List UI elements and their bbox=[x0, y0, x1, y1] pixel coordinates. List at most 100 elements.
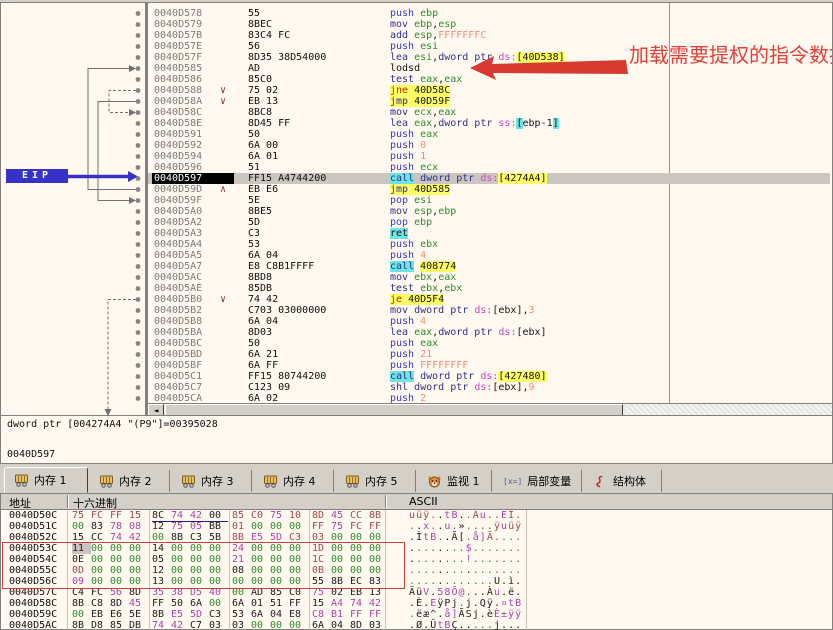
byte-cell[interactable]: 75 bbox=[171, 521, 190, 532]
byte-cell[interactable]: 09 bbox=[72, 576, 91, 587]
byte-cell[interactable]: 02 bbox=[331, 587, 350, 598]
byte-cell[interactable]: 1D bbox=[312, 543, 331, 554]
byte-cell[interactable]: FF bbox=[289, 598, 308, 609]
disasm-row[interactable]: 0040D5A453push ebx bbox=[148, 239, 832, 250]
byte-cell[interactable]: E6 bbox=[110, 609, 129, 620]
byte-cell[interactable]: 00 bbox=[91, 576, 110, 587]
byte-cell[interactable]: 00 bbox=[110, 543, 129, 554]
disasm-row[interactable]: 0040D59F5Epop esi bbox=[148, 195, 832, 206]
byte-cell[interactable]: AD bbox=[251, 587, 270, 598]
byte-cell[interactable]: D8 bbox=[91, 620, 110, 630]
byte-cell[interactable]: 12 bbox=[152, 521, 171, 532]
byte-cell[interactable]: 05 bbox=[152, 554, 171, 565]
byte-cell[interactable]: 8B bbox=[232, 532, 251, 543]
tab-memory-3[interactable]: 内存 3 bbox=[172, 470, 252, 492]
disassembly-pane[interactable]: 0040D57855push ebp0040D5798BECmov ebp,es… bbox=[147, 2, 833, 417]
byte-cell[interactable]: D5 bbox=[190, 587, 209, 598]
byte-cell[interactable]: 12 bbox=[152, 565, 171, 576]
disasm-row[interactable]: 0040D58E8D45 FFlea eax,dword ptr ss:[ebp… bbox=[148, 118, 832, 129]
byte-cell[interactable]: 10 bbox=[289, 510, 308, 521]
byte-cell[interactable]: 00 bbox=[171, 554, 190, 565]
byte-cell[interactable]: 50 bbox=[171, 598, 190, 609]
byte-cell[interactable]: 00 bbox=[91, 565, 110, 576]
byte-cell[interactable]: 00 bbox=[331, 532, 350, 543]
byte-cell[interactable]: 01 bbox=[251, 598, 270, 609]
byte-cell[interactable]: C3 bbox=[289, 532, 308, 543]
byte-cell[interactable]: 15 bbox=[72, 532, 91, 543]
byte-cell[interactable]: 8D bbox=[110, 598, 129, 609]
byte-cell[interactable]: C8 bbox=[91, 598, 110, 609]
disasm-row[interactable]: 0040D5A3C3ret bbox=[148, 228, 832, 239]
disasm-row[interactable]: 0040D5BF6A FFpush FFFFFFFF bbox=[148, 360, 832, 371]
byte-cell[interactable]: 00 bbox=[110, 554, 129, 565]
byte-cell[interactable]: C7 bbox=[190, 620, 209, 630]
byte-cell[interactable]: FF bbox=[312, 521, 331, 532]
byte-cell[interactable]: 0B bbox=[312, 565, 331, 576]
byte-cell[interactable]: 08 bbox=[232, 565, 251, 576]
byte-cell[interactable]: 5D bbox=[190, 609, 209, 620]
byte-cell[interactable]: 00 bbox=[289, 620, 308, 630]
dump-row[interactable]: 0040D59C00EBE65E8BE55DC3536A04E8C8B1FFFF… bbox=[1, 609, 832, 620]
byte-cell[interactable]: 00 bbox=[331, 565, 350, 576]
byte-cell[interactable]: 00 bbox=[331, 543, 350, 554]
byte-cell[interactable]: CC bbox=[350, 510, 369, 521]
byte-cell[interactable]: 00 bbox=[110, 565, 129, 576]
disasm-row[interactable]: 0040D5C7C123 09shl dword ptr ds:[ebx],9 bbox=[148, 382, 832, 393]
byte-cell[interactable]: 01 bbox=[232, 521, 251, 532]
byte-cell[interactable]: C3 bbox=[209, 609, 228, 620]
byte-cell[interactable]: 00 bbox=[270, 543, 289, 554]
byte-cell[interactable]: C3 bbox=[190, 532, 209, 543]
byte-cell[interactable]: 00 bbox=[209, 598, 228, 609]
disasm-row[interactable]: 0040D57855push ebp bbox=[148, 8, 832, 19]
byte-cell[interactable]: 8B bbox=[72, 620, 91, 630]
byte-cell[interactable]: 8B bbox=[152, 609, 171, 620]
dump-row[interactable]: 0040D55C0D00000012000000080000000B000000… bbox=[1, 565, 832, 576]
byte-cell[interactable]: 00 bbox=[91, 543, 110, 554]
byte-cell[interactable]: 00 bbox=[190, 576, 209, 587]
byte-cell[interactable]: 6A bbox=[251, 609, 270, 620]
byte-cell[interactable]: 00 bbox=[331, 554, 350, 565]
byte-cell[interactable]: 00 bbox=[369, 543, 388, 554]
dump-row[interactable]: 0040D57CC4FC568D3538D54000AD85C07502EB13… bbox=[1, 587, 832, 598]
disasm-row[interactable]: 0040D5AC8BD8mov ebx,eax bbox=[148, 272, 832, 283]
byte-cell[interactable]: 74 bbox=[152, 620, 171, 630]
byte-cell[interactable]: 00 bbox=[129, 554, 148, 565]
byte-cell[interactable]: 42 bbox=[129, 532, 148, 543]
byte-cell[interactable]: 00 bbox=[190, 565, 209, 576]
byte-cell[interactable]: 00 bbox=[350, 543, 369, 554]
byte-cell[interactable]: 00 bbox=[72, 521, 91, 532]
byte-cell[interactable]: 83 bbox=[369, 576, 388, 587]
byte-cell[interactable]: BB bbox=[209, 521, 228, 532]
disasm-row[interactable]: 0040D5B2C703 03000000mov dword ptr ds:[e… bbox=[148, 305, 832, 316]
byte-cell[interactable]: 00 bbox=[289, 554, 308, 565]
byte-cell[interactable]: 53 bbox=[232, 609, 251, 620]
byte-cell[interactable]: 00 bbox=[171, 576, 190, 587]
byte-cell[interactable]: FF bbox=[369, 609, 388, 620]
byte-cell[interactable]: 08 bbox=[129, 521, 148, 532]
byte-cell[interactable]: C0 bbox=[251, 510, 270, 521]
byte-cell[interactable]: 8D bbox=[350, 620, 369, 630]
disasm-row[interactable]: 0040D5B86A 04push 4 bbox=[148, 316, 832, 327]
byte-cell[interactable]: 11 bbox=[72, 543, 91, 554]
byte-cell[interactable]: 00 bbox=[171, 543, 190, 554]
byte-cell[interactable]: CC bbox=[91, 532, 110, 543]
byte-cell[interactable]: 00 bbox=[369, 554, 388, 565]
disasm-row[interactable]: 0040D5798BECmov ebp,esp bbox=[148, 19, 832, 30]
disasm-row[interactable]: 0040D5BA8D03lea eax,dword ptr ds:[ebx] bbox=[148, 327, 832, 338]
byte-cell[interactable]: 00 bbox=[270, 554, 289, 565]
byte-cell[interactable]: 6A bbox=[312, 620, 331, 630]
byte-cell[interactable]: 13 bbox=[369, 587, 388, 598]
byte-cell[interactable]: 74 bbox=[110, 532, 129, 543]
memory-dump-pane[interactable]: 地址 十六进制 ASCII 0040D50C75FCFF158C74420085… bbox=[0, 493, 833, 630]
disasm-row[interactable]: 0040D59651push ecx bbox=[148, 162, 832, 173]
byte-cell[interactable]: 8B bbox=[171, 532, 190, 543]
byte-cell[interactable]: 15 bbox=[129, 510, 148, 521]
byte-cell[interactable]: 00 bbox=[289, 576, 308, 587]
byte-cell[interactable]: 0E bbox=[72, 554, 91, 565]
disasm-row[interactable]: 0040D5A08BE5mov esp,ebp bbox=[148, 206, 832, 217]
byte-cell[interactable]: 8D bbox=[129, 587, 148, 598]
byte-cell[interactable]: 00 bbox=[251, 521, 270, 532]
byte-cell[interactable]: 00 bbox=[110, 576, 129, 587]
byte-cell[interactable]: 00 bbox=[251, 576, 270, 587]
byte-cell[interactable]: 13 bbox=[152, 576, 171, 587]
